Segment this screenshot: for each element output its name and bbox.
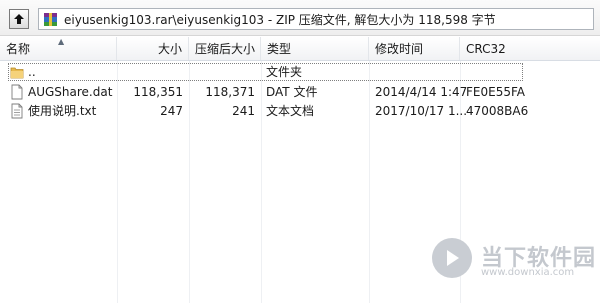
- up-folder-icon: [14, 14, 24, 24]
- column-name-label: 名称: [6, 42, 31, 56]
- path-field[interactable]: eiyusenkig103.rar\eiyusenkig103 - ZIP 压缩…: [38, 8, 594, 30]
- column-type[interactable]: 类型: [261, 37, 369, 60]
- file-size: [117, 62, 183, 82]
- file-name: 使用说明.txt: [28, 104, 97, 118]
- file-packed-size: 118,371: [205, 85, 255, 99]
- file-name: ..: [28, 65, 36, 79]
- file-packed-size: [189, 62, 255, 82]
- watermark-url: www.downxia.com: [481, 267, 575, 278]
- file-type: DAT 文件: [266, 85, 318, 99]
- file-row[interactable]: 使用说明.txt 247 241 文本文档 2017/10/17 1... 47…: [0, 101, 600, 121]
- file-modified: [375, 62, 460, 82]
- path-bar: eiyusenkig103.rar\eiyusenkig103 - ZIP 压缩…: [0, 0, 600, 36]
- file-row[interactable]: AUGShare.dat 118,351 118,371 DAT 文件 2014…: [0, 82, 600, 102]
- file-type: 文件夹: [266, 65, 303, 79]
- rar-archive-icon: [44, 12, 57, 26]
- column-packed-label: 压缩后大小: [195, 42, 256, 56]
- sort-ascending-icon: ▲: [58, 37, 65, 46]
- file-crc: FE0E55FA: [466, 85, 525, 99]
- column-packed-size[interactable]: 压缩后大小: [189, 37, 261, 60]
- folder-icon: [10, 67, 24, 79]
- file-crc: 47008BA6: [466, 104, 529, 118]
- file-type: 文本文档: [266, 104, 315, 118]
- file-row-parent[interactable]: .. 文件夹: [0, 62, 600, 82]
- file-size: 247: [160, 104, 183, 118]
- column-header: 名称 ▲ 大小 压缩后大小 类型 修改时间 CRC32: [0, 37, 600, 61]
- watermark-logo-icon: [432, 238, 472, 278]
- text-file-icon: [11, 103, 23, 119]
- column-size-label: 大小: [157, 42, 182, 56]
- up-folder-button[interactable]: [9, 9, 29, 29]
- column-crc32[interactable]: CRC32: [460, 37, 600, 60]
- file-modified: 2017/10/17 1...: [375, 104, 468, 118]
- file-icon: [11, 84, 23, 100]
- column-crc-label: CRC32: [466, 42, 506, 56]
- file-modified: 2014/4/14 1:47: [375, 85, 468, 99]
- column-modified[interactable]: 修改时间: [369, 37, 460, 60]
- column-name[interactable]: 名称 ▲: [0, 37, 117, 60]
- file-name: AUGShare.dat: [28, 85, 113, 99]
- file-packed-size: 241: [232, 104, 255, 118]
- archive-path: eiyusenkig103.rar\eiyusenkig103 - ZIP 压缩…: [64, 12, 496, 27]
- column-modified-label: 修改时间: [375, 42, 424, 56]
- column-size[interactable]: 大小: [117, 37, 189, 60]
- column-type-label: 类型: [267, 42, 292, 56]
- file-size: 118,351: [133, 85, 183, 99]
- file-crc: [466, 62, 576, 82]
